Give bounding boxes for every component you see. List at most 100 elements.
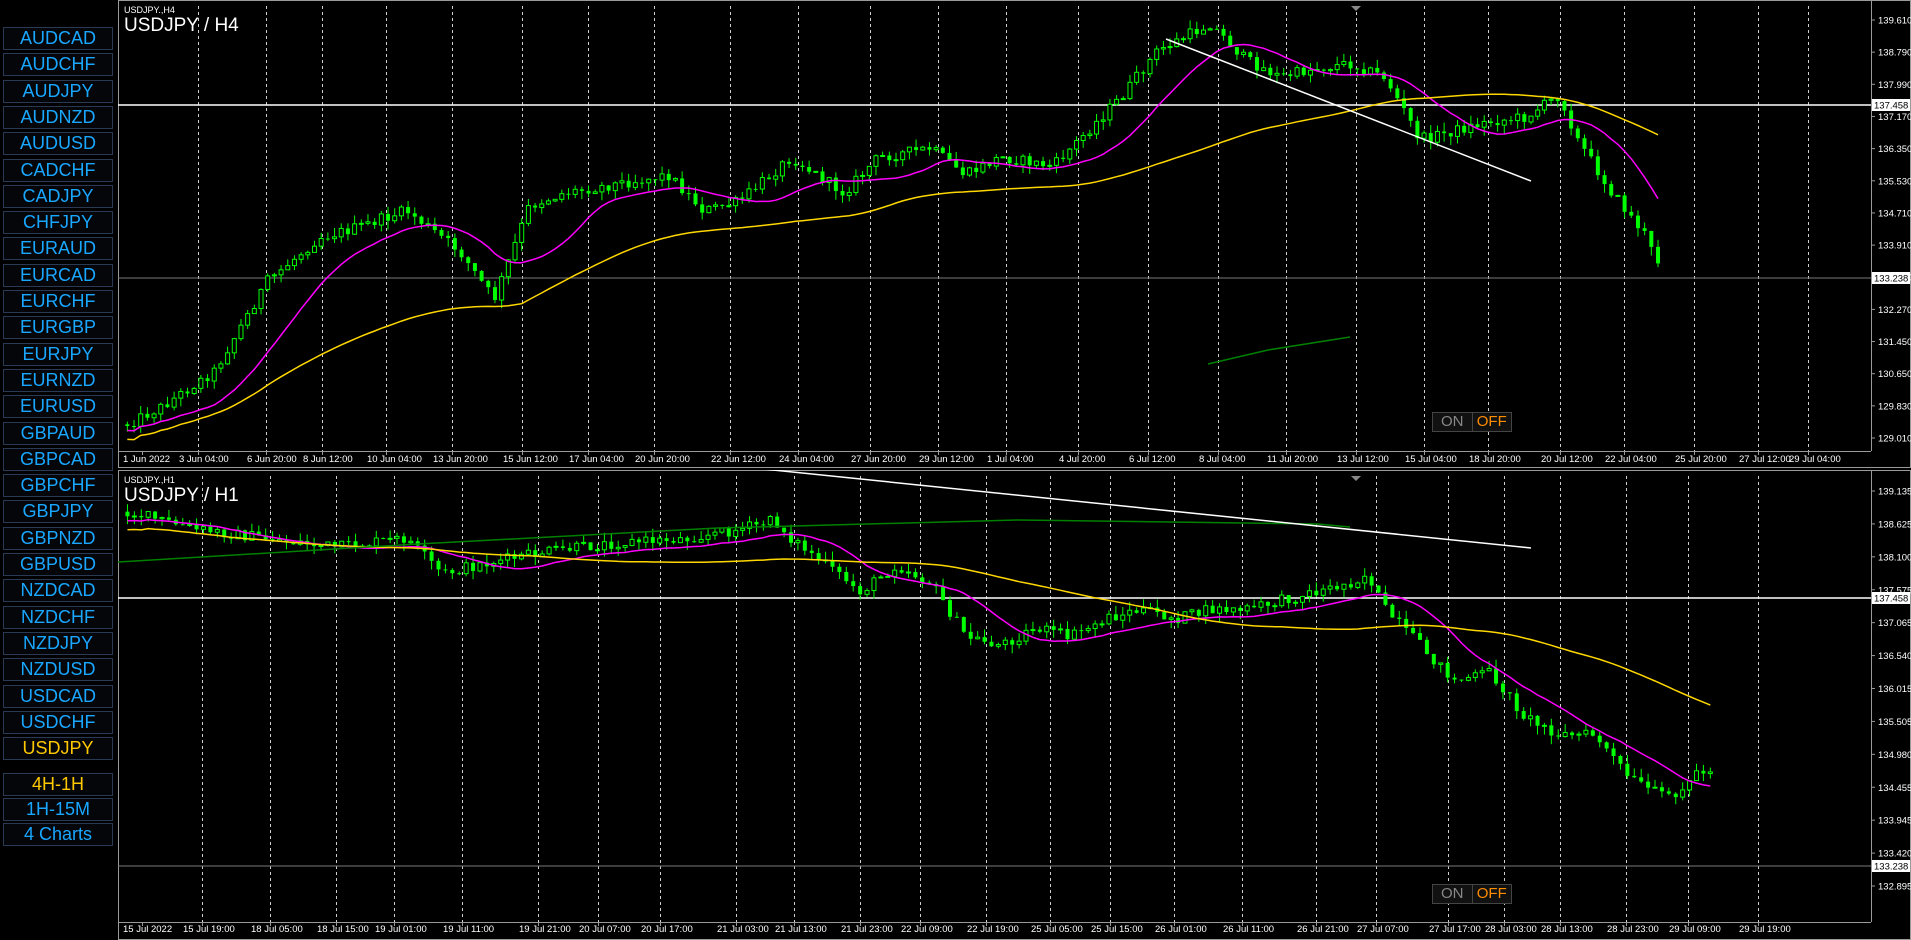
candle-body-down — [1281, 73, 1286, 75]
candle-body-down — [1462, 125, 1467, 133]
chart-h1-canvas[interactable]: 139.135138.625138.100137.575137.065136.5… — [118, 470, 1911, 940]
candle-body-down — [1113, 614, 1118, 621]
candle-body-up — [713, 204, 719, 207]
candle-body-down — [452, 238, 457, 250]
price-label: 138.100 — [1878, 552, 1911, 563]
symbol-button-usdchf[interactable]: USDCHF — [3, 710, 113, 734]
symbol-button-nzdjpy[interactable]: NZDJPY — [3, 631, 113, 655]
candle-body-up — [1092, 623, 1098, 630]
time-label: 10 Jun 04:00 — [367, 454, 422, 465]
candle-body-up — [231, 338, 237, 354]
toggle-off-button[interactable]: OFF — [1471, 413, 1511, 431]
candle-body-up — [251, 308, 257, 315]
chart-h4-canvas[interactable]: 139.610 138.790 137.990 137.170 136.350 135.5… — [118, 0, 1911, 468]
symbol-button-eurcad[interactable]: EURCAD — [3, 263, 113, 287]
symbol-button-eurnzd[interactable]: EURNZD — [3, 368, 113, 392]
ma-fast-line — [127, 518, 1711, 787]
symbol-button-gbpusd[interactable]: GBPUSD — [3, 553, 113, 576]
candle-body-up — [1261, 67, 1267, 72]
candle-body-up — [759, 177, 765, 190]
symbol-button-gbpjpy[interactable]: GBPJPY — [3, 500, 113, 524]
candle-body-down — [1646, 781, 1651, 788]
symbol-button-nzdcad[interactable]: NZDCAD — [3, 579, 113, 603]
candle-body-up — [873, 155, 879, 167]
symbol-button-euraud[interactable]: EURAUD — [3, 237, 113, 261]
candle-body-up — [525, 205, 531, 224]
symbol-button-nzdchf[interactable]: NZDCHF — [3, 605, 113, 629]
candle-body-up — [1300, 595, 1306, 603]
candle-body-down — [1065, 628, 1070, 640]
candle-body-down — [833, 177, 838, 192]
symbol-button-eurusd[interactable]: EURUSD — [3, 395, 113, 419]
symbol-button-audnzd[interactable]: AUDNZD — [3, 105, 113, 129]
symbol-button-gbpcad[interactable]: GBPCAD — [3, 447, 113, 471]
chart-shift-marker-icon — [1351, 6, 1361, 11]
candle-body-up — [1293, 601, 1299, 604]
symbol-button-audchf[interactable]: AUDCHF — [3, 53, 113, 77]
candle-body-down — [940, 147, 945, 153]
candle-body-up — [1160, 47, 1166, 50]
symbol-button-eurchf[interactable]: EURCHF — [3, 290, 113, 313]
symbol-button-usdcad[interactable]: USDCAD — [3, 684, 113, 708]
candle-body-up — [615, 546, 621, 550]
candle-body-up — [1107, 103, 1113, 121]
candle-body-down — [913, 572, 918, 578]
level-label: 137.458 — [1874, 594, 1908, 605]
candle-body-down — [1649, 230, 1654, 247]
time-label: 25 Jul 05:00 — [1031, 924, 1083, 935]
candle-body-up — [552, 198, 558, 202]
chart-h4[interactable]: 139.610 138.790 137.990 137.170 136.350 135.5… — [118, 0, 1911, 468]
candle-body-down — [1395, 88, 1400, 99]
toggle-h4[interactable]: ON OFF — [1432, 412, 1512, 432]
candle-body-up — [1134, 71, 1140, 83]
symbol-button-gbpnzd[interactable]: GBPNZD — [3, 526, 113, 550]
time-label: 20 Jun 20:00 — [635, 454, 690, 465]
candle-body-down — [685, 537, 690, 542]
candle-body-down — [1041, 161, 1046, 167]
toggle-h1[interactable]: ON OFF — [1432, 884, 1512, 904]
toggle-on-button[interactable]: ON — [1433, 885, 1472, 903]
candle-body-down — [1602, 175, 1607, 185]
symbol-button-nzdusd[interactable]: NZDUSD — [3, 658, 113, 682]
symbol-button-chfjpy[interactable]: CHFJPY — [3, 211, 113, 235]
candle-body-up — [1306, 590, 1312, 597]
candle-body-up — [1106, 613, 1112, 625]
candle-body-up — [1241, 51, 1247, 56]
symbol-button-audjpy[interactable]: AUDJPY — [3, 79, 113, 103]
trendline — [1165, 38, 1532, 182]
symbol-button-gbpaud[interactable]: GBPAUD — [3, 421, 113, 445]
symbol-button-eurgbp[interactable]: EURGBP — [3, 316, 113, 340]
candle-body-down — [671, 541, 676, 543]
symbol-button-cadchf[interactable]: CADCHF — [3, 158, 113, 182]
layout-mode-button-0[interactable]: 4H-1H — [3, 773, 113, 796]
candle-body-down — [560, 546, 565, 548]
candle-body-down — [1590, 730, 1595, 736]
symbol-button-usdjpy[interactable]: USDJPY — [3, 737, 113, 761]
toggle-on-button[interactable]: ON — [1433, 413, 1472, 431]
price-label: 137.170 — [1878, 112, 1911, 123]
candle-body-up — [1016, 640, 1022, 646]
time-label: 15 Jul 2022 — [123, 924, 172, 935]
candle-body-up — [305, 251, 311, 256]
chart-frame — [118, 0, 1911, 468]
layout-mode-button-1[interactable]: 1H-15M — [3, 798, 113, 821]
symbol-button-eurjpy[interactable]: EURJPY — [3, 342, 113, 366]
candle-body-down — [1442, 131, 1447, 134]
symbol-button-gbpchf[interactable]: GBPCHF — [3, 474, 113, 498]
chart-h1[interactable]: 139.135 138.625 138.100 137.575 137.065 136.5… — [118, 470, 1911, 940]
candle-body-down — [471, 562, 476, 572]
candle-body-up — [1120, 614, 1126, 621]
candle-body-up — [706, 205, 712, 214]
price-label: 130.650 — [1878, 369, 1911, 380]
candle-body-down — [1556, 735, 1561, 737]
candle-body-up — [572, 188, 578, 195]
candle-body-up — [1030, 629, 1036, 632]
symbol-button-audcad[interactable]: AUDCAD — [3, 27, 113, 50]
symbol-button-cadjpy[interactable]: CADJPY — [3, 184, 113, 208]
layout-mode-button-2[interactable]: 4 Charts — [3, 823, 113, 846]
toggle-off-button[interactable]: OFF — [1471, 885, 1511, 903]
symbol-button-audusd[interactable]: AUDUSD — [3, 132, 113, 156]
price-label: 133.420 — [1878, 849, 1911, 860]
candle-body-down — [1007, 156, 1012, 164]
candle-body-down — [125, 511, 130, 517]
